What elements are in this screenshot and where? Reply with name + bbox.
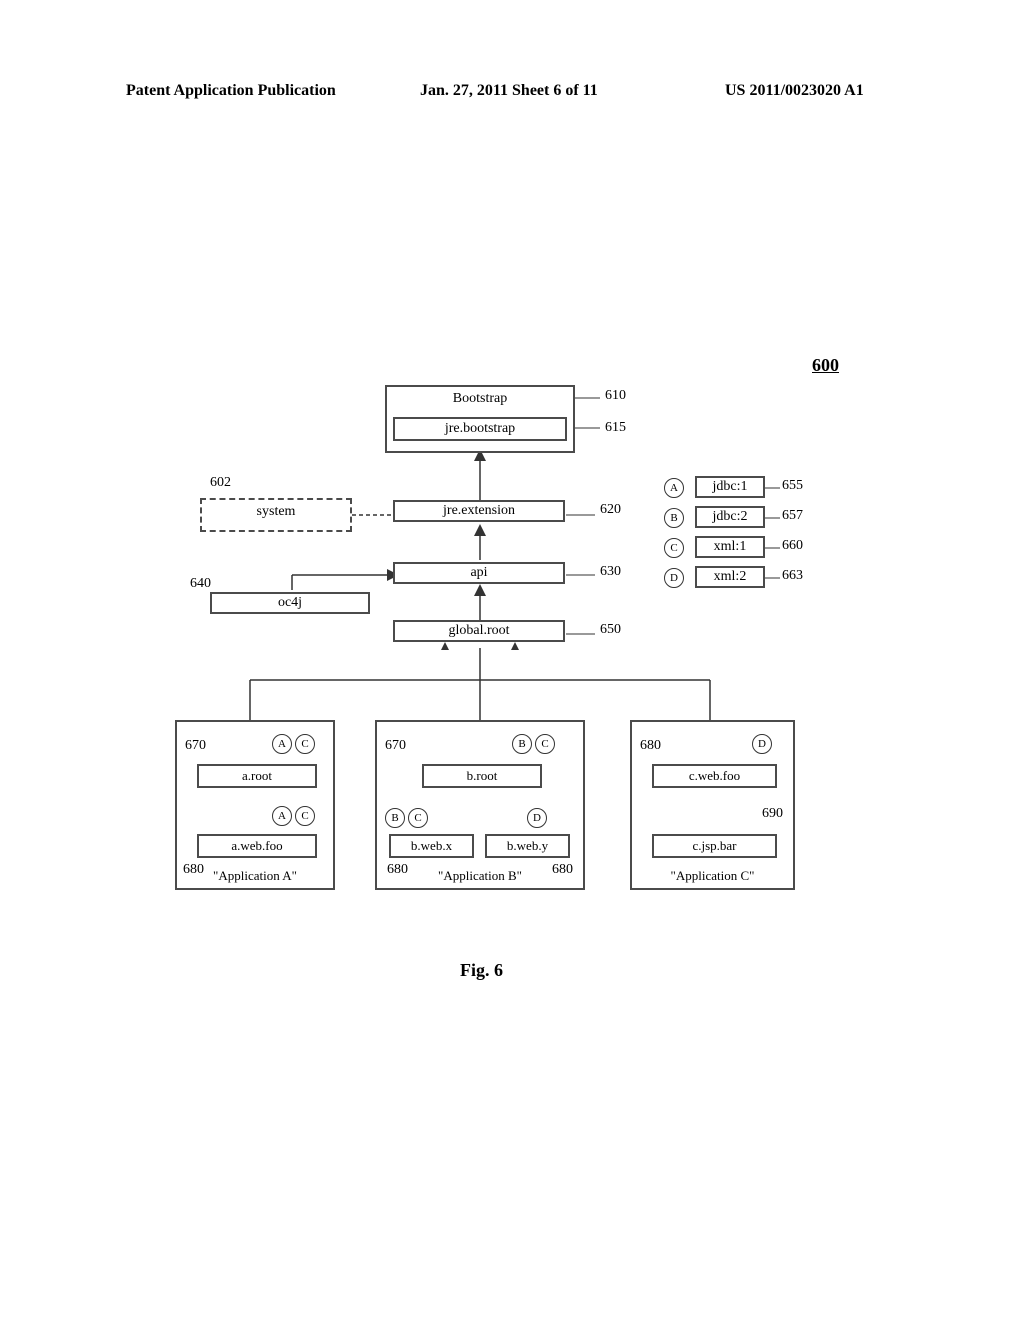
legend-D: D	[664, 568, 684, 588]
jdbc1-box: jdbc:1	[695, 476, 765, 498]
ref-660: 660	[782, 538, 803, 554]
header-middle: Jan. 27, 2011 Sheet 6 of 11	[420, 82, 598, 100]
ref-615: 615	[605, 420, 626, 436]
app-b-caption: "Application B"	[377, 868, 583, 884]
app-a-caption: "Application A"	[177, 868, 333, 884]
app-a-root: a.root	[197, 764, 317, 788]
bootstrap-inner: jre.bootstrap	[393, 417, 567, 441]
ref-680-c: 680	[640, 738, 661, 754]
ref-630: 630	[600, 564, 621, 580]
app-a-sub-A: A	[272, 806, 292, 826]
bootstrap-title: Bootstrap	[387, 387, 573, 411]
app-a-sub1: a.web.foo	[197, 834, 317, 858]
legend-B: B	[664, 508, 684, 528]
ref-640: 640	[190, 576, 211, 592]
ref-657: 657	[782, 508, 803, 524]
figure-reference: 600	[812, 355, 839, 376]
app-b-y-D: D	[527, 808, 547, 828]
oc4j-box: oc4j	[210, 592, 370, 614]
xml2-box: xml:2	[695, 566, 765, 588]
app-a-root-A: A	[272, 734, 292, 754]
app-c-caption: "Application C"	[632, 868, 793, 884]
jdbc2-box: jdbc:2	[695, 506, 765, 528]
legend-A: A	[664, 478, 684, 498]
ref-663: 663	[782, 568, 803, 584]
ref-602: 602	[210, 475, 231, 491]
ref-690: 690	[762, 806, 783, 822]
app-b-x-C: C	[408, 808, 428, 828]
app-c-web-D: D	[752, 734, 772, 754]
app-b-root-C: C	[535, 734, 555, 754]
diagram-area: Bootstrap jre.bootstrap 610 615 system 6…	[120, 380, 910, 940]
system-box: system	[200, 498, 352, 532]
app-b-box: 670 B C b.root B C D b.web.x b.web.y 680…	[375, 720, 585, 890]
app-b-root-B: B	[512, 734, 532, 754]
ref-650: 650	[600, 622, 621, 638]
bootstrap-box: Bootstrap jre.bootstrap	[385, 385, 575, 453]
app-c-web: c.web.foo	[652, 764, 777, 788]
app-c-box: 680 D c.web.foo 690 c.jsp.bar "Applicati…	[630, 720, 795, 890]
legend-C: C	[664, 538, 684, 558]
app-a-box: 670 A C a.root A C a.web.foo 680 "Applic…	[175, 720, 335, 890]
figure-caption: Fig. 6	[460, 960, 503, 981]
header-right: US 2011/0023020 A1	[725, 82, 864, 100]
global-root-box: global.root	[393, 620, 565, 642]
app-c-jsp: c.jsp.bar	[652, 834, 777, 858]
ref-670-b: 670	[385, 738, 406, 754]
ref-620: 620	[600, 502, 621, 518]
ref-655: 655	[782, 478, 803, 494]
ref-610: 610	[605, 388, 626, 404]
ref-670-a: 670	[185, 738, 206, 754]
app-a-root-C: C	[295, 734, 315, 754]
app-b-subx: b.web.x	[389, 834, 474, 858]
system-label: system	[202, 500, 350, 524]
app-b-suby: b.web.y	[485, 834, 570, 858]
xml1-box: xml:1	[695, 536, 765, 558]
app-b-x-B: B	[385, 808, 405, 828]
app-b-root: b.root	[422, 764, 542, 788]
api-box: api	[393, 562, 565, 584]
jre-extension-box: jre.extension	[393, 500, 565, 522]
app-a-sub-C: C	[295, 806, 315, 826]
header-left: Patent Application Publication	[126, 82, 336, 100]
